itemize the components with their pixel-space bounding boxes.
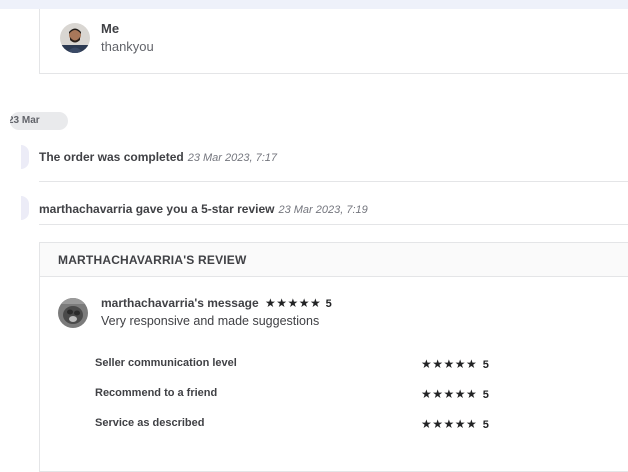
- date-pill-label: 23 Mar: [10, 115, 40, 126]
- rating-stars: ★★★★★: [421, 417, 478, 431]
- rating-stars: ★★★★★: [421, 387, 478, 401]
- event-time: 23 Mar 2023, 7:19: [278, 204, 368, 216]
- timeline-dot: [21, 196, 29, 220]
- review-comment: Very responsive and made suggestions: [101, 314, 320, 328]
- rating-value: ★★★★★ 5: [421, 355, 489, 373]
- event-title: marthachavarria gave you a 5-star review: [39, 202, 275, 216]
- overall-score: 5: [325, 298, 332, 310]
- rating-score: 5: [482, 389, 489, 401]
- event-review-given: marthachavarria gave you a 5-star review…: [39, 202, 368, 216]
- review-heading: MARTHACHAVARRIA'S REVIEW: [58, 253, 247, 267]
- review-card: MARTHACHAVARRIA'S REVIEW marthachavarria…: [39, 242, 628, 472]
- rating-value: ★★★★★ 5: [421, 415, 489, 433]
- rating-label: Service as described: [95, 417, 205, 429]
- divider: [39, 224, 628, 225]
- timeline-dot: [21, 145, 29, 169]
- date-pill: 23 Mar: [10, 112, 68, 130]
- reviewer-label: marthachavarria's message: [101, 296, 259, 310]
- message-sender: Me: [101, 21, 120, 36]
- event-time: 23 Mar 2023, 7:17: [187, 152, 277, 164]
- review-header: MARTHACHAVARRIA'S REVIEW: [40, 243, 628, 277]
- reviewer-avatar: [58, 298, 88, 328]
- overall-stars: ★★★★★: [264, 296, 322, 310]
- rating-stars: ★★★★★: [421, 357, 478, 371]
- reviewer-name: marthachavarria's message ★★★★★ 5: [101, 296, 332, 310]
- top-strip: [0, 0, 628, 9]
- me-avatar: [60, 23, 90, 53]
- message-card: Me thankyou: [39, 9, 628, 74]
- rating-row-communication: Seller communication level ★★★★★ 5: [95, 355, 555, 371]
- rating-row-service: Service as described ★★★★★ 5: [95, 415, 555, 431]
- event-title: The order was completed: [39, 150, 184, 164]
- rating-score: 5: [482, 419, 489, 431]
- rating-score: 5: [482, 359, 489, 371]
- rating-row-recommend: Recommend to a friend ★★★★★ 5: [95, 385, 555, 401]
- message-text: thankyou: [101, 39, 154, 54]
- rating-value: ★★★★★ 5: [421, 385, 489, 403]
- divider: [39, 181, 628, 182]
- rating-label: Recommend to a friend: [95, 387, 218, 399]
- rating-label: Seller communication level: [95, 357, 237, 369]
- event-order-completed: The order was completed 23 Mar 2023, 7:17: [39, 150, 277, 164]
